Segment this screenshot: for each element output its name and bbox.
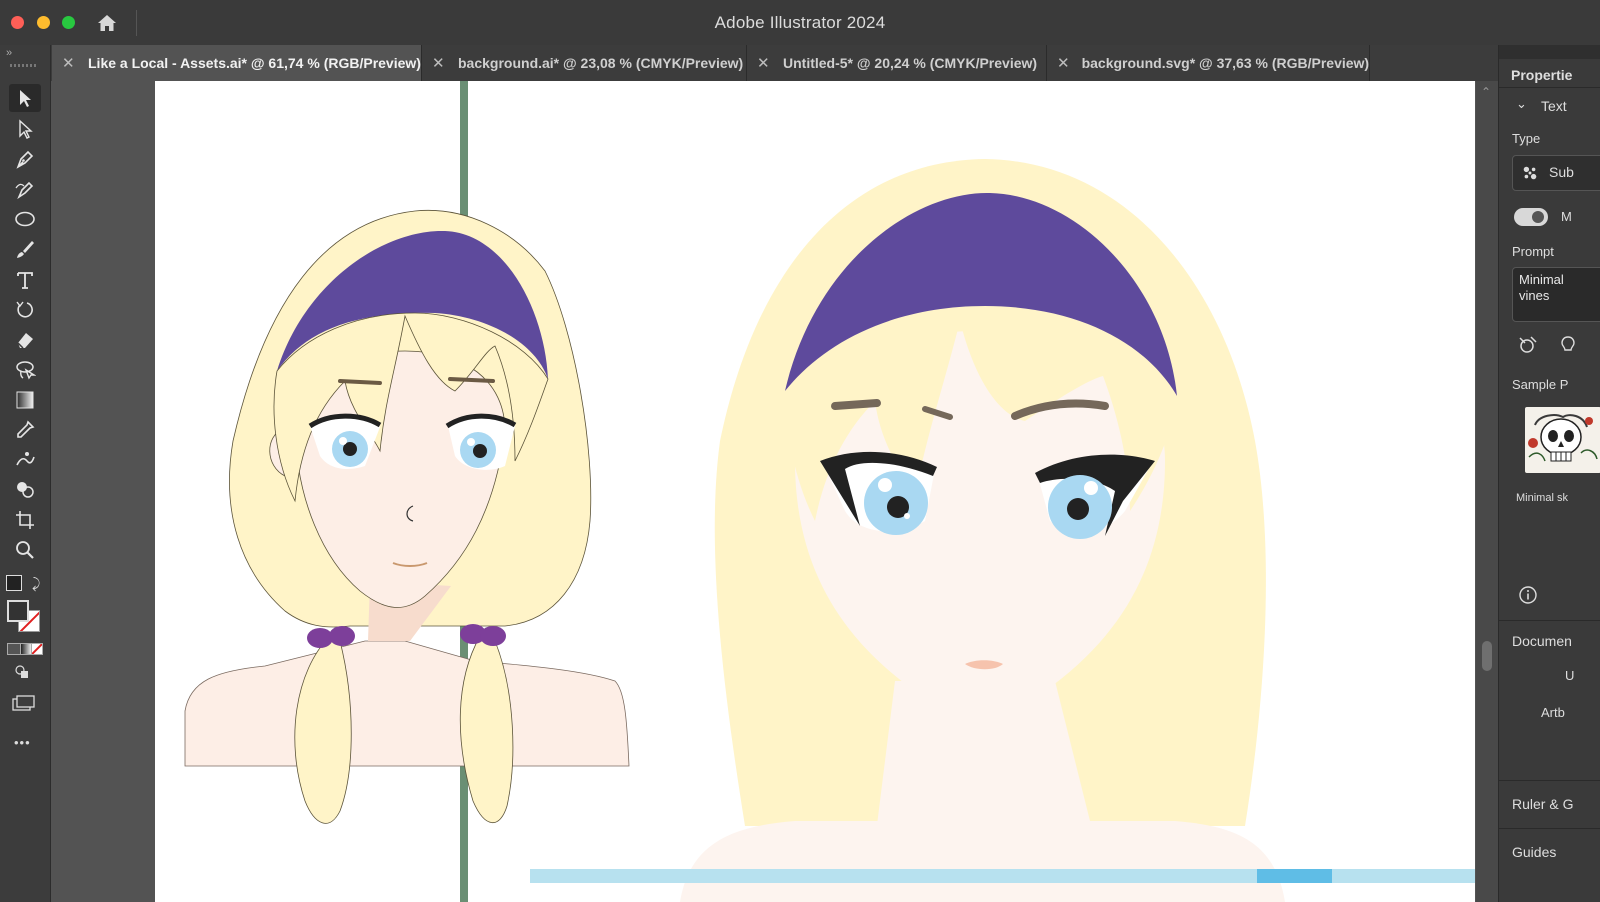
type-icon [17, 272, 33, 289]
eraser-tool[interactable] [9, 326, 41, 354]
pen-icon [16, 150, 34, 169]
tab-like-a-local-assets[interactable]: ✕ Like a Local - Assets.ai* @ 61,74 % (R… [52, 45, 422, 81]
shape-builder-tool[interactable] [9, 476, 41, 504]
zoom-icon [16, 541, 34, 559]
artwork [184, 81, 1497, 902]
drawing-mode-icon[interactable] [15, 665, 29, 679]
prompt-textarea[interactable]: Minimal vines [1512, 267, 1600, 322]
paintbrush-tool[interactable] [9, 235, 41, 263]
artboard-icon [16, 511, 34, 529]
generate-icon[interactable] [1517, 334, 1539, 356]
character-small [184, 209, 630, 824]
tab-background-svg[interactable]: ✕ background.svg* @ 37,63 % (RGB/Preview… [1047, 45, 1370, 81]
sample-caption: Minimal sk [1516, 492, 1568, 504]
sample-thumbnail[interactable] [1525, 407, 1600, 473]
type-tool[interactable] [9, 266, 41, 294]
collapse-panel-icon[interactable]: » [6, 47, 12, 59]
tab-background-ai[interactable]: ✕ background.ai* @ 23,08 % (CMYK/Preview… [422, 45, 747, 81]
close-tab-icon[interactable]: ✕ [432, 54, 446, 72]
chevron-down-icon[interactable]: ⌄ [1516, 96, 1527, 112]
toggle-switch[interactable] [1514, 208, 1548, 226]
pen-tool[interactable] [9, 145, 41, 173]
tab-untitled-5[interactable]: ✕ Untitled-5* @ 20,24 % (CMYK/Preview) [747, 45, 1047, 81]
guides-section-title[interactable]: Guides [1512, 844, 1556, 860]
prompt-label: Prompt [1512, 244, 1554, 259]
info-icon[interactable] [1518, 585, 1538, 605]
panel-grip[interactable] [10, 64, 38, 67]
close-tab-icon[interactable]: ✕ [757, 54, 771, 72]
paintbrush-icon [17, 241, 34, 258]
rotate-tool[interactable] [9, 296, 41, 324]
curvature-pen-icon [15, 181, 34, 200]
eyedropper-tool[interactable] [9, 416, 41, 444]
artboard-label: Artb [1541, 705, 1565, 720]
sample-prompts-label: Sample P [1512, 377, 1569, 392]
more-tools-icon[interactable]: ••• [14, 735, 31, 750]
toggle-label: M [1561, 209, 1572, 224]
artboard-tool[interactable] [9, 506, 41, 534]
ellipse-icon [15, 211, 35, 227]
section-title-text[interactable]: Text [1541, 98, 1567, 114]
panel-title[interactable]: Propertie [1511, 67, 1572, 83]
properties-panel: Propertie ⌄ Text Type Sub M Prompt Minim… [1498, 45, 1600, 902]
generative-icon [1523, 166, 1537, 180]
type-value: Sub [1549, 164, 1574, 180]
gradient-tool[interactable] [9, 386, 41, 414]
screen-mode-icon[interactable] [12, 695, 36, 711]
none-mode-icon[interactable] [31, 643, 43, 655]
type-dropdown[interactable]: Sub [1512, 155, 1600, 191]
type-label: Type [1512, 131, 1541, 146]
close-tab-icon[interactable]: ✕ [1057, 54, 1070, 72]
zoom-tool[interactable] [9, 536, 41, 564]
close-tab-icon[interactable]: ✕ [62, 54, 76, 72]
vertical-scrollbar[interactable]: ⌃ [1476, 81, 1498, 902]
direct-selection-arrow-icon [19, 119, 33, 139]
scrollbar-thumb[interactable] [1482, 641, 1492, 671]
puppet-warp-tool[interactable] [9, 446, 41, 474]
canvas-area[interactable] [51, 81, 1497, 902]
rotate-icon [16, 301, 33, 318]
curvature-tool[interactable] [9, 175, 41, 203]
app-title: Adobe Illustrator 2024 [714, 13, 886, 32]
skull-icon [1528, 414, 1598, 462]
selection-arrow-icon [20, 90, 31, 107]
lasso-icon [16, 361, 36, 380]
document-tab-bar: ✕ Like a Local - Assets.ai* @ 61,74 % (R… [0, 45, 1530, 82]
prompt-text: Minimal vines [1519, 272, 1564, 303]
tab-label: background.ai* @ 23,08 % (CMYK/Preview) [458, 55, 744, 71]
units-label: U [1565, 668, 1575, 683]
puppet-warp-icon [16, 452, 35, 466]
tab-label: Untitled-5* @ 20,24 % (CMYK/Preview) [783, 55, 1038, 71]
color-mode-icon[interactable] [7, 643, 21, 655]
eraser-icon [17, 333, 33, 349]
tab-label: background.svg* @ 37,63 % (RGB/Preview) [1081, 55, 1370, 71]
character-large [530, 159, 1497, 902]
gradient-icon [16, 391, 34, 409]
default-colors-icon[interactable] [6, 575, 22, 591]
lasso-tool[interactable] [9, 356, 41, 384]
eyedropper-icon [17, 420, 35, 438]
fill-swatch[interactable] [7, 600, 29, 622]
panel-header-strip [1499, 45, 1600, 59]
title-bar: Adobe Illustrator 2024 [0, 0, 1600, 46]
lightbulb-icon[interactable] [1557, 334, 1579, 356]
shape-builder-icon [17, 482, 34, 498]
artboard[interactable] [155, 81, 1497, 902]
direct-selection-tool[interactable] [9, 115, 41, 143]
tools-panel: » ⤸ ••• [0, 45, 51, 902]
document-section-title[interactable]: Documen [1512, 633, 1572, 649]
ellipse-tool[interactable] [9, 205, 41, 233]
tab-label: Like a Local - Assets.ai* @ 61,74 % (RGB… [88, 55, 421, 71]
scroll-up-icon[interactable]: ⌃ [1481, 85, 1491, 99]
ruler-grid-section-title[interactable]: Ruler & G [1512, 796, 1573, 812]
selection-tool[interactable] [9, 84, 41, 112]
swap-fill-stroke-icon[interactable]: ⤸ [32, 575, 40, 592]
